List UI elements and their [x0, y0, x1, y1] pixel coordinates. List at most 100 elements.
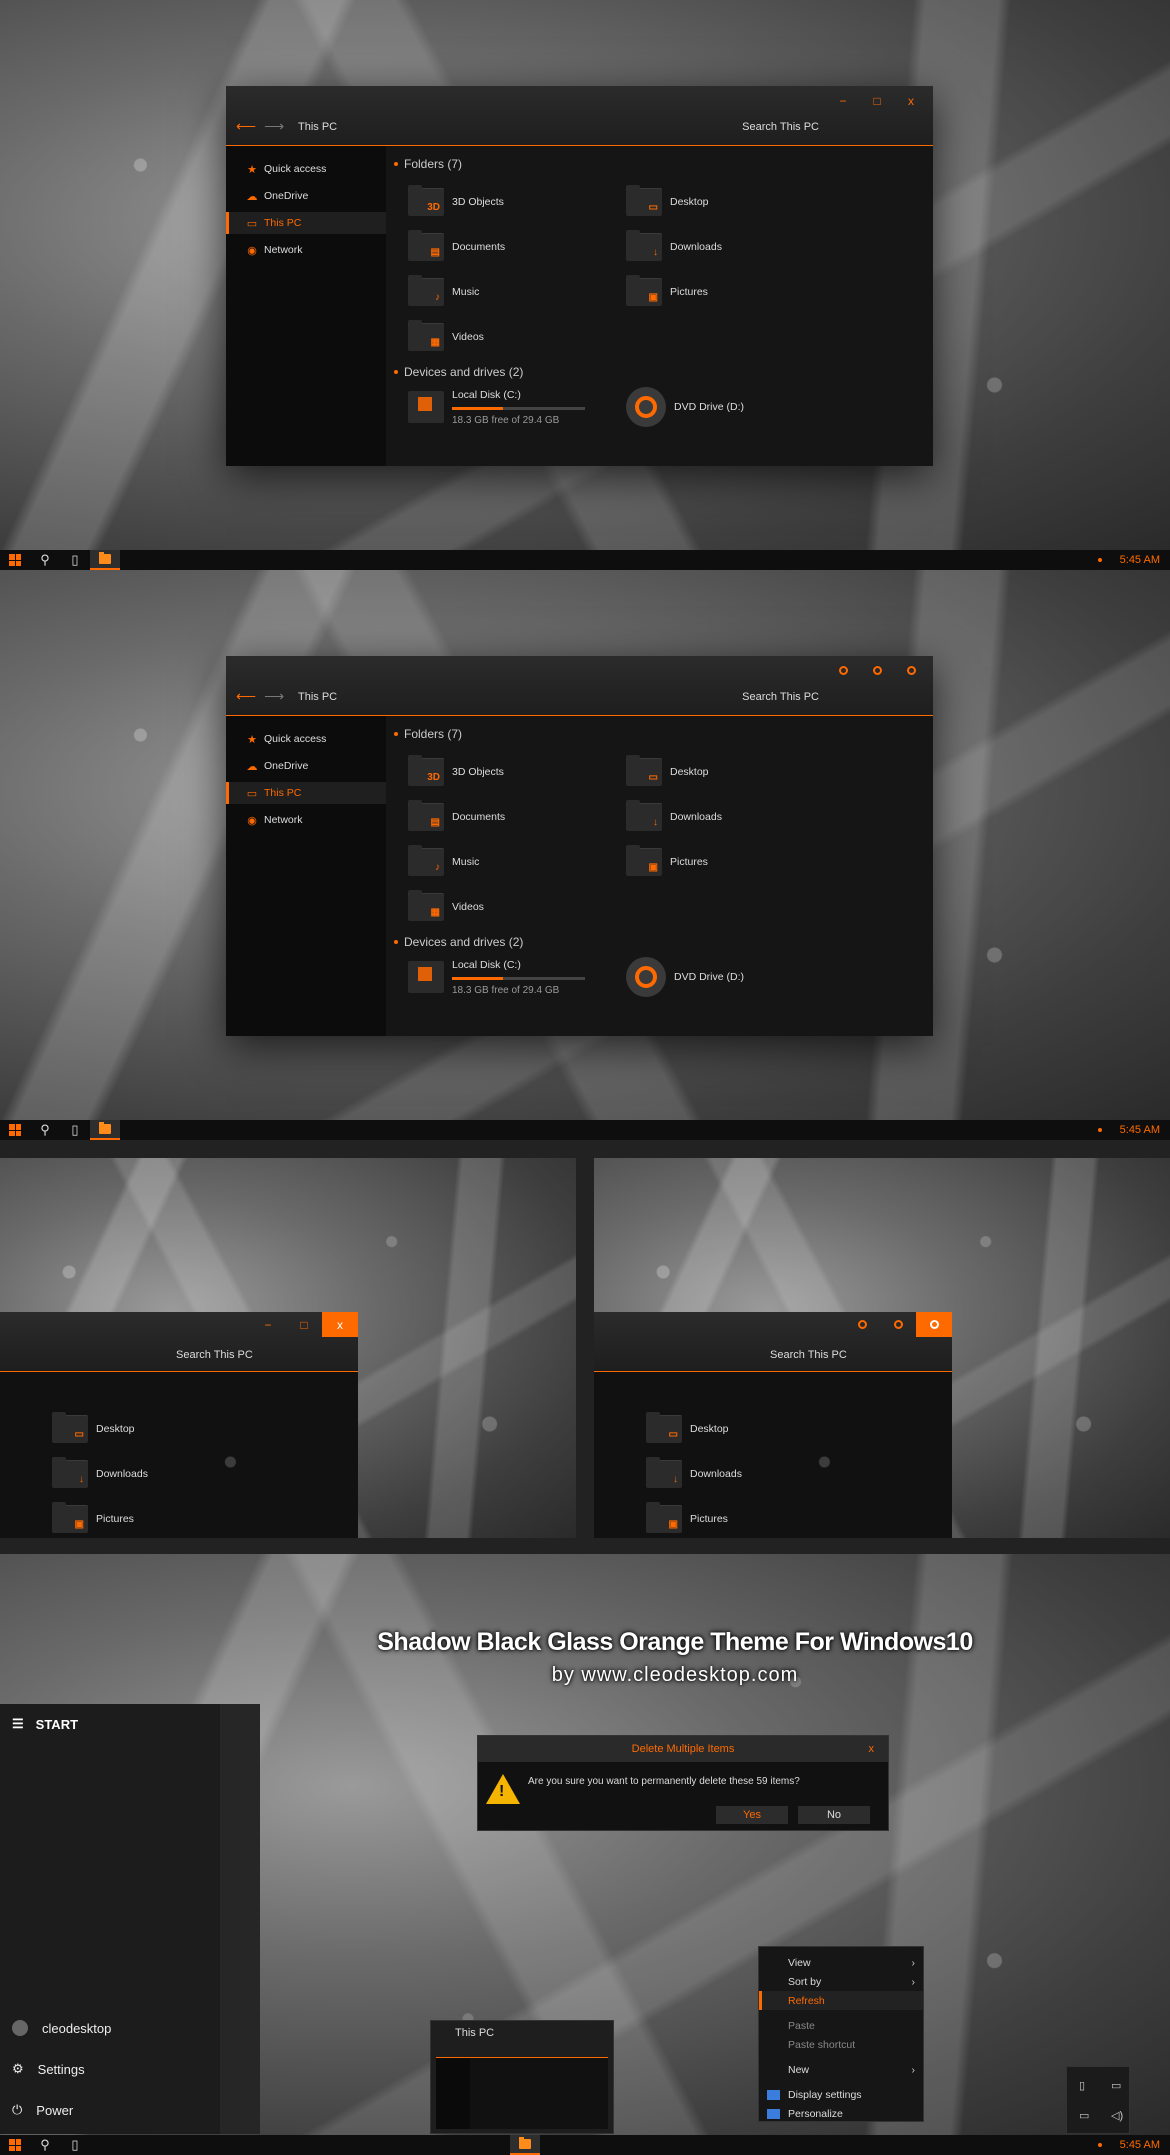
folder-videos[interactable]: ▦ Videos [408, 884, 626, 929]
notification-dot[interactable] [1097, 558, 1102, 562]
user-account[interactable]: cleodesktop [12, 2020, 111, 2036]
menu-item-display-settings[interactable]: Display settings [759, 2085, 923, 2104]
usb-icon[interactable]: ▯ [1079, 2079, 1085, 2092]
forward-button[interactable]: ⟶ [264, 118, 284, 135]
close-button-hover[interactable] [916, 1312, 952, 1337]
no-button[interactable]: No [798, 1806, 870, 1824]
network-tray-icon[interactable]: ▭ [1079, 2109, 1089, 2122]
notification-dot[interactable] [1097, 1128, 1102, 1132]
volume-icon[interactable]: ◁) [1111, 2109, 1123, 2122]
sidebar-item-network[interactable]: ◉ Network [226, 239, 386, 261]
start-header[interactable]: ☰ START [12, 1716, 78, 1732]
yes-button[interactable]: Yes [716, 1806, 788, 1824]
menu-item-paste-shortcut[interactable]: Paste shortcut [759, 2035, 923, 2054]
close-button[interactable] [903, 664, 919, 678]
address-bar[interactable]: This PC [298, 121, 337, 133]
folder-desktop[interactable]: ▭ Desktop [626, 749, 844, 794]
menu-item-personalize[interactable]: Personalize [759, 2104, 923, 2123]
sidebar-item-this-pc[interactable]: ▭ This PC [226, 212, 386, 234]
folder-downloads[interactable]: ↓ Downloads [626, 224, 844, 269]
minimize-button[interactable]: − [835, 94, 851, 108]
folder-desktop[interactable]: ▭ Desktop [646, 1406, 952, 1451]
search-box[interactable]: Search This PC [770, 1349, 847, 1361]
folder-music[interactable]: ♪ Music [408, 269, 626, 314]
folder-3d-objects[interactable]: 3D 3D Objects [408, 749, 626, 794]
hamburger-icon[interactable]: ☰ [12, 1716, 24, 1732]
folder-pictures[interactable]: ▣ Pictures [626, 839, 844, 884]
forward-button[interactable]: ⟶ [264, 688, 284, 705]
explorer-taskbar-button[interactable] [510, 2135, 540, 2155]
explorer-taskbar-button[interactable] [90, 1120, 120, 1140]
clock[interactable]: 5:45 AM [1120, 554, 1160, 566]
drive-local-disk[interactable]: Local Disk (C:) 18.3 GB free of 29.4 GB [408, 957, 626, 997]
close-button[interactable]: x [903, 94, 919, 108]
folder-pictures[interactable]: ▣ Pictures [626, 269, 844, 314]
taskbar-thumbnail[interactable]: This PC [430, 2020, 614, 2134]
menu-item-new[interactable]: New › [759, 2060, 923, 2079]
sidebar-item-network[interactable]: ◉ Network [226, 809, 386, 831]
folders-heading[interactable]: Folders (7) [394, 725, 933, 743]
menu-item-paste[interactable]: Paste [759, 2016, 923, 2035]
menu-item-view[interactable]: View › [759, 1953, 923, 1972]
task-view-button[interactable]: ▯ [60, 2135, 90, 2155]
folder-documents[interactable]: ▤ Documents [408, 794, 626, 839]
search-box[interactable]: Search This PC [742, 691, 819, 703]
folder-downloads[interactable]: ↓ Downloads [646, 1451, 952, 1496]
folder-desktop[interactable]: ▭ Desktop [52, 1406, 358, 1451]
sidebar-item-quick-access[interactable]: ★ Quick access [226, 158, 386, 180]
folder-3d-objects[interactable]: 3D 3D Objects [408, 179, 626, 224]
folder-pictures[interactable]: ▣ Pictures [646, 1496, 952, 1538]
dialog-close-button[interactable]: x [869, 1736, 875, 1762]
folder-icon: ▤ [408, 229, 444, 261]
menu-item-sort-by[interactable]: Sort by › [759, 1972, 923, 1991]
sidebar-item-onedrive[interactable]: ☁ OneDrive [226, 185, 386, 207]
minimize-button[interactable]: − [250, 1312, 286, 1337]
folder-icon: ▤ [408, 799, 444, 831]
settings-item[interactable]: ⚙ Settings [12, 2061, 85, 2077]
drive-local-disk[interactable]: Local Disk (C:) 18.3 GB free of 29.4 GB [408, 387, 626, 427]
search-box[interactable]: Search This PC [176, 1349, 253, 1361]
folder-music[interactable]: ♪ Music [408, 839, 626, 884]
task-view-button[interactable]: ▯ [60, 1120, 90, 1140]
sidebar-item-onedrive[interactable]: ☁ OneDrive [226, 755, 386, 777]
drive-dvd[interactable]: DVD Drive (D:) [626, 387, 844, 427]
folder-desktop[interactable]: ▭ Desktop [626, 179, 844, 224]
sidebar-item-quick-access[interactable]: ★ Quick access [226, 728, 386, 750]
clock[interactable]: 5:45 AM [1120, 1124, 1160, 1136]
search-button[interactable]: ⚲ [30, 1120, 60, 1140]
notification-dot[interactable] [1097, 2143, 1102, 2147]
back-button[interactable]: ⟵ [236, 688, 256, 705]
folders-heading[interactable]: Folders (7) [394, 155, 933, 173]
menu-item-refresh[interactable]: Refresh [759, 1991, 923, 2010]
folder-downloads[interactable]: ↓ Downloads [52, 1451, 358, 1496]
folder-downloads[interactable]: ↓ Downloads [626, 794, 844, 839]
folder-pictures[interactable]: ▣ Pictures [52, 1496, 358, 1538]
maximize-button[interactable] [869, 664, 885, 678]
search-button[interactable]: ⚲ [30, 2135, 60, 2155]
maximize-button[interactable]: □ [286, 1312, 322, 1337]
maximize-button[interactable]: □ [869, 94, 885, 108]
start-button[interactable] [0, 2135, 30, 2155]
task-view-button[interactable]: ▯ [60, 550, 90, 570]
close-button-hover[interactable]: x [322, 1312, 358, 1337]
power-item[interactable]: ⏻ Power [12, 2102, 73, 2118]
search-button[interactable]: ⚲ [30, 550, 60, 570]
folder-documents[interactable]: ▤ Documents [408, 224, 626, 269]
explorer-taskbar-button[interactable] [90, 550, 120, 570]
back-button[interactable]: ⟵ [236, 118, 256, 135]
start-button[interactable] [0, 550, 30, 570]
minimize-button[interactable] [835, 664, 851, 678]
drives-heading[interactable]: Devices and drives (2) [394, 933, 933, 951]
keyboard-icon[interactable]: ▭ [1111, 2079, 1121, 2092]
drive-dvd[interactable]: DVD Drive (D:) [626, 957, 844, 997]
drives-heading[interactable]: Devices and drives (2) [394, 363, 933, 381]
folder-videos[interactable]: ▦ Videos [408, 314, 626, 359]
maximize-button[interactable] [880, 1312, 916, 1337]
minimize-button[interactable] [844, 1312, 880, 1337]
sidebar-item-this-pc[interactable]: ▭ This PC [226, 782, 386, 804]
start-button[interactable] [0, 1120, 30, 1140]
folder-icon: ▭ [646, 1411, 682, 1443]
clock[interactable]: 5:45 AM [1120, 2139, 1160, 2151]
address-bar[interactable]: This PC [298, 691, 337, 703]
search-box[interactable]: Search This PC [742, 121, 819, 133]
